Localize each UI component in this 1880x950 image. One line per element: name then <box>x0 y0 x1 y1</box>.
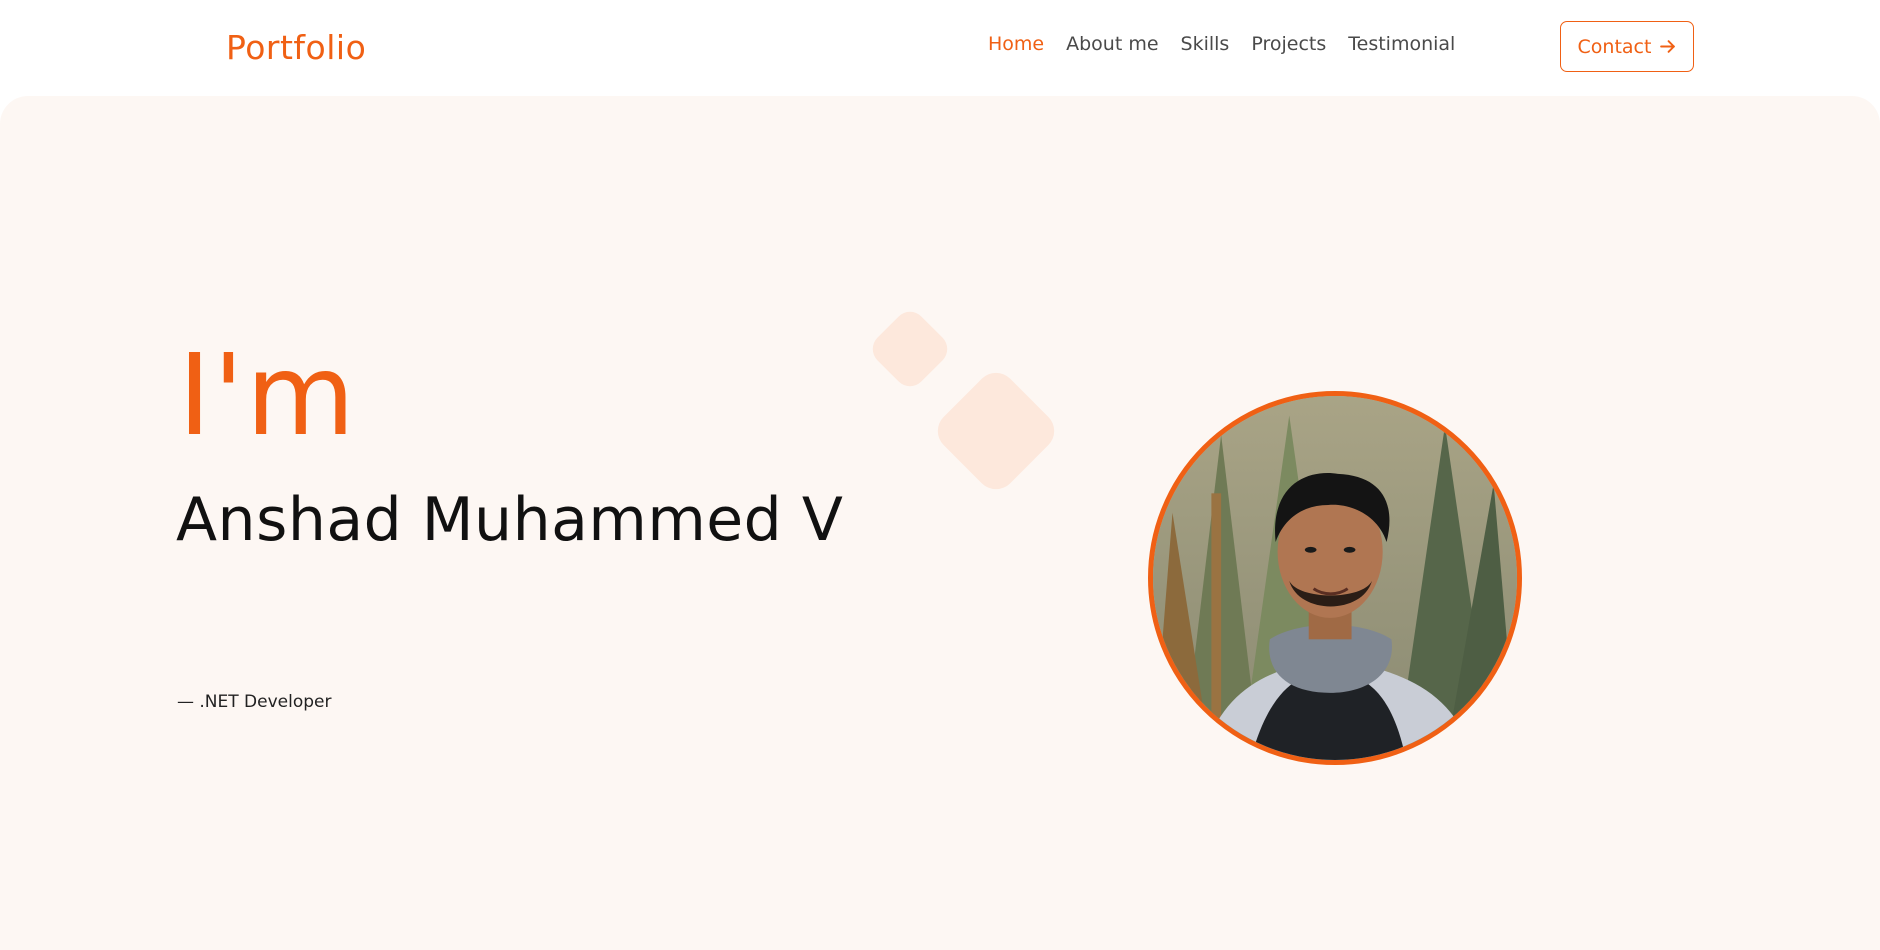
nav-projects[interactable]: Projects <box>1251 33 1326 55</box>
decor-diamond-small <box>866 305 954 393</box>
nav-home[interactable]: Home <box>988 33 1044 55</box>
site-header: Portfolio Home About me Skills Projects … <box>0 0 1880 96</box>
page: Portfolio Home About me Skills Projects … <box>0 0 1880 950</box>
arrow-right-icon <box>1660 40 1676 53</box>
nav-skills[interactable]: Skills <box>1181 33 1230 55</box>
main-nav: Home About me Skills Projects Testimonia… <box>988 33 1477 55</box>
hero-intro: I'm <box>178 331 357 461</box>
decor-diamond-large <box>929 364 1063 498</box>
contact-button[interactable]: Contact <box>1560 21 1694 72</box>
contact-button-label: Contact <box>1577 35 1652 58</box>
logo[interactable]: Portfolio <box>226 28 366 67</box>
nav-testimonial[interactable]: Testimonial <box>1348 33 1455 55</box>
hero-section: I'm Anshad Muhammed V — .NET Developer <box>0 96 1880 950</box>
hero-name: Anshad Muhammed V <box>176 485 844 555</box>
hero-role: — .NET Developer <box>177 692 332 712</box>
profile-photo <box>1148 391 1522 765</box>
nav-about-me[interactable]: About me <box>1066 33 1158 55</box>
